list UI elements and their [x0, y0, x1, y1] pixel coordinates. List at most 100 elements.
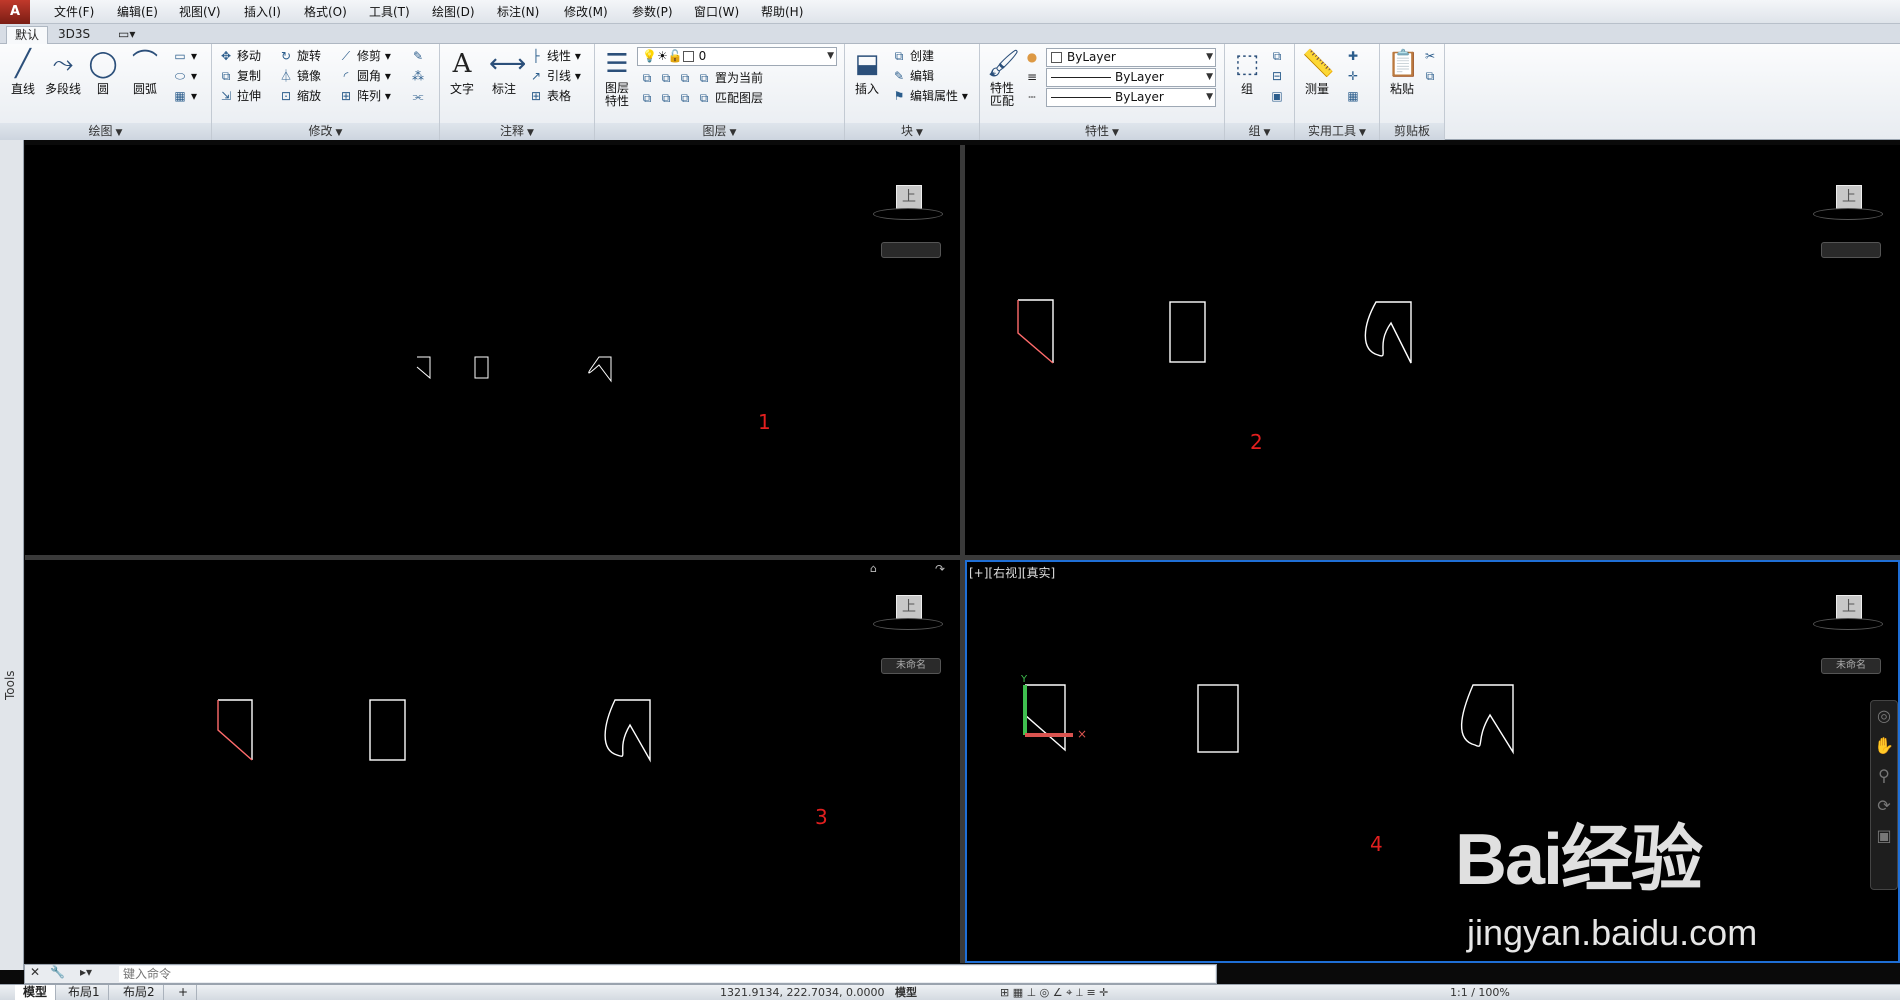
viewport-2[interactable]: 上 2 [965, 145, 1900, 555]
status-toggle-icons[interactable]: ⊞ ▦ ⊥ ◎ ∠ ⌖ ⟂ ≡ ✛ [1000, 985, 1108, 1000]
group-button[interactable]: ⬚ 组 [1227, 46, 1267, 121]
circle-button[interactable]: ◯ 圆 [83, 46, 123, 121]
annotation-scale[interactable]: 1:1 / 100% [1450, 985, 1510, 1000]
linetype-icon[interactable]: ┄ [1024, 87, 1043, 107]
app-logo-icon[interactable]: A [0, 0, 30, 24]
viewport-label[interactable]: [+][右视][真实] [969, 564, 1055, 581]
panel-annotate-title[interactable]: 注释 ▼ [440, 123, 594, 140]
point-icon[interactable]: ✛ [1345, 66, 1364, 86]
orbit-icon[interactable]: ⟳ [1871, 791, 1897, 821]
layer-properties-button[interactable]: ☰ 图层 特性 [597, 46, 637, 121]
home-icon[interactable]: ⌂ [870, 562, 877, 575]
wcs-menu[interactable]: 未命名 [881, 658, 941, 674]
copy-clip-icon[interactable]: ⧉ [1422, 66, 1441, 86]
ellipse-button[interactable]: ⬭ ▾ [172, 66, 197, 86]
polyline-button[interactable]: ⤳ 多段线 [43, 46, 83, 121]
group-select-icon[interactable]: ▣ [1269, 86, 1288, 106]
layer-tools-row-2[interactable]: ⧉ ⧉ ⧉ ⧉ 匹配图层 [639, 88, 763, 108]
viewport-4[interactable]: [+][右视][真实] × Y 上 未命名 4 ◎ ✋ ⚲ ⟳ ▣ [965, 560, 1900, 963]
panel-block-title[interactable]: 块 ▼ [845, 123, 979, 140]
scale-button[interactable]: ⊡ 缩放 [278, 86, 321, 106]
viewport-1[interactable]: 上 1 [25, 145, 960, 555]
array-button[interactable]: ⊞ 阵列 ▾ [338, 86, 391, 106]
move-button[interactable]: ✥ 移动 [218, 46, 261, 66]
model-space-toggle[interactable]: 模型 [895, 985, 917, 1000]
viewcube-face[interactable]: 上 [896, 595, 922, 619]
panel-draw-title[interactable]: 绘图 ▼ [0, 123, 211, 140]
viewport-3[interactable]: 上 ⌂ ↷ 未命名 3 [25, 560, 960, 963]
measure-button[interactable]: 📏 测量 [1297, 46, 1337, 121]
menu-modify[interactable]: 修改(M) [560, 3, 612, 21]
copy-button[interactable]: ⧉ 复制 [218, 66, 261, 86]
dimension-button[interactable]: ⟷ 标注 [484, 46, 526, 121]
tab-3d3s[interactable]: 3D3S [50, 26, 98, 44]
viewcube[interactable]: 上 [873, 585, 943, 655]
panel-properties-title[interactable]: 特性 ▼ [980, 123, 1224, 140]
viewcube-face[interactable]: 上 [896, 185, 922, 209]
viewcube-compass[interactable] [873, 618, 943, 630]
menu-dimension[interactable]: 标注(N) [493, 3, 543, 21]
viewcube[interactable]: 上 [1813, 585, 1883, 655]
zoom-icon[interactable]: ⚲ [1871, 761, 1897, 791]
tab-overflow[interactable]: ▭▾ [110, 26, 143, 44]
menu-view[interactable]: 视图(V) [175, 3, 225, 21]
create-block-button[interactable]: ⧉ 创建 [891, 46, 934, 66]
panel-layers-title[interactable]: 图层 ▼ [595, 123, 844, 140]
viewcube[interactable]: 上 [1813, 175, 1883, 245]
layer-dropdown[interactable]: 💡☀🔓 0 ▼ [637, 47, 837, 66]
panel-groups-title[interactable]: 组 ▼ [1225, 123, 1294, 140]
offset-icon[interactable]: ⫘ [410, 86, 429, 106]
menu-format[interactable]: 格式(O) [300, 3, 351, 21]
wrench-icon[interactable]: 🔧 [50, 965, 65, 979]
menu-window[interactable]: 窗口(W) [690, 3, 743, 21]
wcs-menu[interactable] [1821, 242, 1881, 258]
menu-edit[interactable]: 编辑(E) [113, 3, 162, 21]
viewport-splitter-horizontal[interactable] [25, 555, 1900, 560]
menu-help[interactable]: 帮助(H) [757, 3, 807, 21]
paste-button[interactable]: 📋 粘贴 [1382, 46, 1422, 121]
viewcube-compass[interactable] [873, 208, 943, 220]
mirror-button[interactable]: ⏃ 镜像 [278, 66, 321, 86]
lineweight-icon[interactable]: ≡ [1024, 67, 1043, 87]
insert-button[interactable]: ⬓ 插入 [847, 46, 887, 121]
rectangle-button[interactable]: ▭ ▾ [172, 46, 197, 66]
edit-attributes-button[interactable]: ⚑ 编辑属性 ▾ [891, 86, 968, 106]
tab-layout1[interactable]: 布局1 [60, 985, 109, 1000]
viewcube[interactable]: 上 [873, 175, 943, 245]
edit-block-button[interactable]: ✎ 编辑 [891, 66, 934, 86]
hatch-button[interactable]: ▦ ▾ [172, 86, 197, 106]
panel-utilities-title[interactable]: 实用工具 ▼ [1295, 123, 1379, 140]
table-button[interactable]: ⊞ 表格 [528, 86, 571, 106]
prompt-icon[interactable]: ▸▾ [80, 965, 92, 979]
leader-button[interactable]: ↗ 引线 ▾ [528, 66, 581, 86]
viewcube-face[interactable]: 上 [1836, 185, 1862, 209]
group-edit-icon[interactable]: ⊟ [1269, 66, 1288, 86]
command-input[interactable] [119, 966, 1215, 982]
wcs-menu[interactable] [881, 242, 941, 258]
menu-parametric[interactable]: 参数(P) [628, 3, 677, 21]
menu-file[interactable]: 文件(F) [50, 3, 98, 21]
color-wheel-icon[interactable]: ● [1024, 47, 1043, 67]
set-current-label[interactable]: 置为当前 [715, 71, 763, 85]
viewcube-face[interactable]: 上 [1836, 595, 1862, 619]
coordinate-readout[interactable]: 1321.9134, 222.7034, 0.0000 [720, 985, 884, 1000]
tab-layout2[interactable]: 布局2 [115, 985, 164, 1000]
steering-wheel-icon[interactable]: ◎ [1871, 701, 1897, 731]
tool-palette-strip[interactable]: Tools [0, 140, 24, 970]
viewport-splitter-vertical[interactable] [960, 145, 965, 963]
rotate-view-icon[interactable]: ↷ [935, 562, 945, 576]
line-button[interactable]: ╱ 直线 [3, 46, 43, 121]
viewcube-compass[interactable] [1813, 208, 1883, 220]
menu-insert[interactable]: 插入(I) [240, 3, 285, 21]
tab-add-layout[interactable]: + [170, 985, 198, 1000]
stretch-button[interactable]: ⇲ 拉伸 [218, 86, 261, 106]
menu-draw[interactable]: 绘图(D) [428, 3, 479, 21]
calculator-icon[interactable]: ▦ [1345, 86, 1364, 106]
panel-clipboard-title[interactable]: 剪贴板 [1380, 123, 1444, 140]
quick-select-icon[interactable]: ✚ [1345, 46, 1364, 66]
close-icon[interactable]: ✕ [30, 965, 40, 979]
erase-icon[interactable]: ✎ [410, 46, 429, 66]
tab-model[interactable]: 模型 [15, 985, 57, 1000]
explode-icon[interactable]: ⁂ [410, 66, 429, 86]
trim-button[interactable]: ⟋ 修剪 ▾ [338, 46, 391, 66]
